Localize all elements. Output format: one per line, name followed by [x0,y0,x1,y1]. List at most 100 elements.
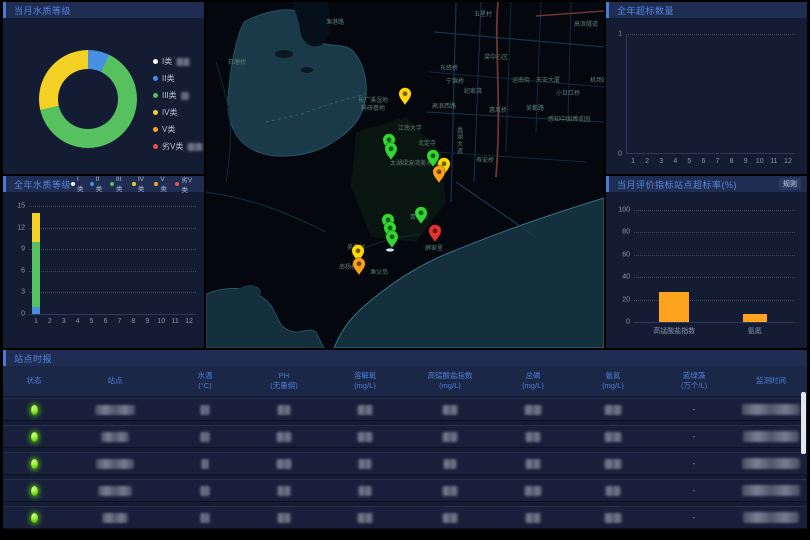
map-label-渔父岛: 渔父岛 [370,268,388,276]
legend-label: I类 [162,56,172,67]
x-tick-label: 8 [730,158,734,165]
x-tick-label: 11 [770,158,777,165]
legend-item-II类[interactable]: II类 [90,176,104,194]
panel-title: 全年超标数量 [617,4,674,17]
panel-exceed-rate-header: 当月评价指标站点超标率(%) [606,176,807,192]
map-label-高浪西路: 高浪西路 [432,102,456,110]
stacked-bar-month-4[interactable] [74,206,82,314]
map-label-机场路: 机场路 [590,76,604,84]
y-tick-label: 100 [618,207,630,214]
map-label-小日红桥: 小日红桥 [556,89,580,97]
cell-总磷 [493,486,573,496]
redacted-value [525,432,541,442]
y-tick-label: 3 [21,289,25,296]
redacted-timestamp [743,512,799,523]
status-indicator-normal [30,485,39,497]
exceed-count-chart: 01123456789101112 [626,34,795,154]
algae-value: - [693,459,696,468]
legend-item-I类[interactable]: I类 [153,56,203,67]
legend-item-劣V类[interactable]: 劣V类 [153,141,203,152]
y-tick-label: 15 [17,203,25,210]
cell-站点 [65,513,165,523]
legend-item-I类[interactable]: I类 [71,176,84,194]
cell-蓝绿藻: - [653,432,735,441]
redacted-value [187,143,203,151]
column-unit: (mg/L) [439,381,461,391]
table-row[interactable]: - [3,425,807,448]
stacked-bar-month-8[interactable] [129,206,137,314]
bar-segment-II类 [32,307,40,314]
stacked-bar-month-5[interactable] [88,206,96,314]
stacked-bar-month-3[interactable] [60,206,68,314]
y-tick-label: 9 [21,246,25,253]
redacted-station-name [98,486,132,496]
rules-button[interactable]: 规则 [779,178,801,190]
redacted-value [604,405,622,415]
cell-溶解氧 [323,432,407,442]
cell-站点 [65,405,165,415]
column-header-溶解氧: 溶解氧(mg/L) [323,366,407,396]
cell-高锰酸盐指数 [407,486,493,496]
cell-氨氮 [573,459,653,469]
cell-高锰酸盐指数 [407,432,493,442]
map-label-天安大厦: 天安大厦 [536,76,560,84]
map-label-东绛桥: 东绛桥 [440,64,458,72]
map[interactable]: 石塘桥渔港路五星村高浪隧道梁中心区东绛桥宁锦桥纪家湾运南街天安大厦机场路小日红桥… [206,2,604,348]
legend-item-V类[interactable]: V类 [154,176,169,194]
donut-chart [39,50,137,148]
legend-item-II类[interactable]: II类 [153,73,203,84]
stacked-bar-month-10[interactable] [157,206,165,314]
x-tick-label: 12 [784,158,792,165]
y-tick-label: 0 [21,311,25,318]
legend-item-V类[interactable]: V类 [153,124,203,135]
column-header-状态: 状态 [3,366,65,396]
status-indicator-normal [30,431,39,443]
bar-segment-IV类 [32,213,40,242]
column-header-高锰酸盐指数: 高锰酸盐指数(mg/L) [407,366,493,396]
dashboard-root: 当月水质等级 I类II类III类IV类V类劣V类 全年水质等级 I类II类III… [0,0,810,540]
legend-item-IV类[interactable]: IV类 [132,176,149,194]
cell-PH [245,432,323,442]
legend-label: V类 [160,176,169,193]
stacked-bar-month-1[interactable] [32,206,40,314]
redacted-value [181,92,189,100]
legend-item-劣V类[interactable]: 劣V类 [175,176,196,194]
legend-item-IV类[interactable]: IV类 [153,107,203,118]
rate-bar-氨氮[interactable] [743,314,767,322]
stacked-bar-month-12[interactable] [185,206,193,314]
stacked-bar-month-11[interactable] [171,206,179,314]
cell-PH [245,513,323,523]
legend-dot [110,182,114,186]
gridline-y20 [634,300,795,301]
donut-legend: I类 II类 III类 IV类 V类劣V类 [153,56,203,158]
table-scrollbar-thumb[interactable] [801,392,806,454]
panel-year-quality: 全年水质等级 I类II类III类IV类V类劣V类 036912151234567… [3,176,204,348]
stacked-bar-month-9[interactable] [143,206,151,314]
table-row[interactable]: - [3,398,807,421]
map-label-吴都路: 吴都路 [526,104,544,112]
legend-dot [153,76,158,81]
status-indicator-normal [30,512,39,524]
column-header-水温: 水温(°C) [165,366,245,396]
lake-island-2 [301,67,313,73]
cell-氨氮 [573,432,653,442]
rate-bar-高锰酸盐指数[interactable] [659,292,689,322]
stacked-bar-month-2[interactable] [46,206,54,314]
table-row[interactable]: - [3,452,807,475]
legend-item-III类[interactable]: III类 [110,176,126,194]
cell-站点 [65,459,165,469]
legend-label: 劣V类 [162,141,183,152]
legend-item-III类[interactable]: III类 [153,90,203,101]
table-row[interactable]: - [3,506,807,529]
redacted-value [200,405,210,415]
x-tick-label: 10 [157,318,165,325]
stacked-bar-month-7[interactable] [115,206,123,314]
stacked-bar-month-6[interactable] [102,206,110,314]
x-tick-label: 10 [756,158,764,165]
cell-溶解氧 [323,486,407,496]
map-label-惠风桥: 惠风桥 [489,106,507,114]
map-label-北定寺: 北定寺 [418,139,436,147]
table-row[interactable]: - [3,479,807,502]
y-tick-label: 1 [618,31,622,38]
x-tick-label: 12 [185,318,193,325]
